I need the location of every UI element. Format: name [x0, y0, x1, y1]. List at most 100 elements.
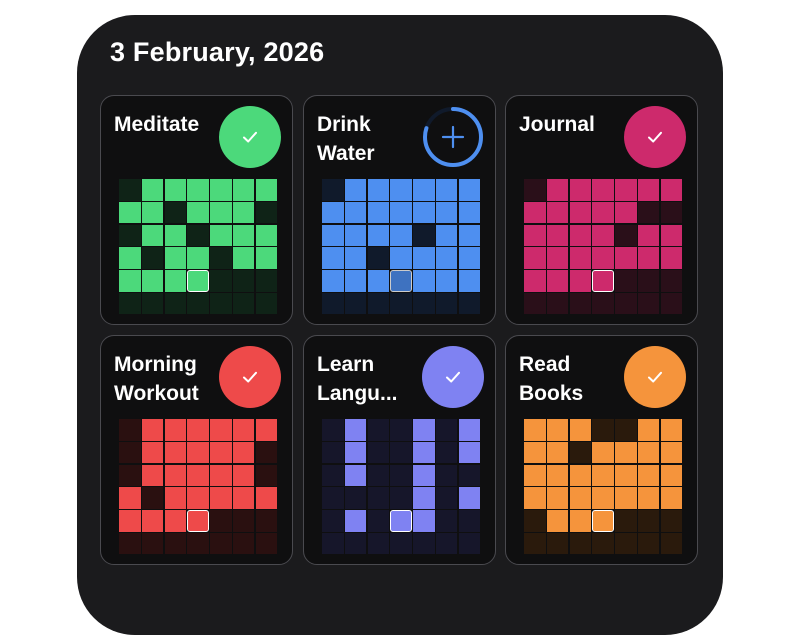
history-cell [637, 201, 660, 224]
history-cell [322, 247, 344, 269]
add-progress-button[interactable] [422, 106, 484, 168]
complete-habit-button[interactable] [219, 106, 281, 168]
history-cell [592, 201, 614, 224]
history-cell-today[interactable] [592, 270, 614, 292]
history-cell [413, 247, 435, 269]
history-cell [119, 292, 141, 315]
history-cell [615, 419, 637, 441]
history-cell [458, 270, 480, 292]
history-cell [524, 224, 546, 246]
history-cell [322, 224, 344, 246]
habit-history-grid [524, 179, 682, 315]
history-cell [322, 532, 344, 555]
history-cell [232, 270, 255, 292]
history-cell [413, 441, 435, 464]
habit-title: Drink Water [317, 113, 375, 165]
history-cell [592, 224, 614, 246]
history-cell [524, 464, 546, 486]
history-cell [390, 487, 412, 509]
history-cell-today[interactable] [592, 510, 614, 532]
habit-history-grid [524, 419, 682, 555]
history-cell [164, 510, 186, 532]
habit-card-morning-workout[interactable]: Morning Workout [100, 335, 293, 565]
history-cell [637, 464, 660, 486]
history-cell [390, 464, 412, 486]
history-cell [367, 510, 389, 532]
history-cell-today[interactable] [187, 270, 209, 292]
history-cell [210, 247, 232, 269]
history-cell [546, 419, 569, 441]
history-cell [322, 441, 344, 464]
history-cell [592, 441, 614, 464]
habit-card-read-books[interactable]: Read Books [505, 335, 698, 565]
history-cell [119, 441, 141, 464]
history-cell [637, 179, 660, 201]
history-cell [592, 179, 614, 201]
history-cell-today[interactable] [187, 510, 209, 532]
history-cell [637, 247, 660, 269]
history-cell [413, 510, 435, 532]
history-cell [615, 201, 637, 224]
history-cell [255, 510, 277, 532]
complete-habit-button[interactable] [624, 346, 686, 408]
history-cell [637, 292, 660, 315]
history-cell [524, 292, 546, 315]
history-cell [615, 532, 637, 555]
complete-habit-button[interactable] [624, 106, 686, 168]
history-cell [615, 247, 637, 269]
history-cell [435, 464, 458, 486]
history-cell [344, 510, 367, 532]
history-cell [660, 270, 682, 292]
complete-habit-button[interactable] [219, 346, 281, 408]
history-cell [524, 510, 546, 532]
history-cell [187, 201, 209, 224]
history-cell [187, 419, 209, 441]
history-cell [615, 292, 637, 315]
history-cell [637, 419, 660, 441]
history-cell [210, 224, 232, 246]
history-cell-today[interactable] [390, 510, 412, 532]
history-cell [210, 270, 232, 292]
history-cell [660, 441, 682, 464]
check-icon [243, 131, 257, 143]
history-cell [232, 510, 255, 532]
history-cell [413, 224, 435, 246]
history-cell-today[interactable] [390, 270, 412, 292]
history-cell [546, 247, 569, 269]
history-cell [546, 487, 569, 509]
history-cell [255, 487, 277, 509]
habit-card-drink-water[interactable]: Drink Water [303, 95, 496, 325]
history-cell [210, 419, 232, 441]
history-cell [660, 510, 682, 532]
history-cell [637, 510, 660, 532]
check-icon [243, 371, 257, 383]
history-cell [322, 292, 344, 315]
history-cell [524, 487, 546, 509]
habit-title: Learn Langu... [317, 353, 398, 405]
complete-habit-button[interactable] [422, 346, 484, 408]
history-cell [232, 224, 255, 246]
history-cell [141, 247, 164, 269]
history-cell [255, 224, 277, 246]
history-cell [413, 419, 435, 441]
history-cell [390, 532, 412, 555]
habit-card-learn-language[interactable]: Learn Langu... [303, 335, 496, 565]
history-cell [344, 532, 367, 555]
habit-card-meditate[interactable]: Meditate [100, 95, 293, 325]
habit-card-journal[interactable]: Journal [505, 95, 698, 325]
history-cell [615, 179, 637, 201]
history-cell [322, 179, 344, 201]
history-cell [390, 247, 412, 269]
history-cell [210, 487, 232, 509]
history-cell [119, 224, 141, 246]
history-cell [164, 247, 186, 269]
history-cell [141, 419, 164, 441]
history-cell [141, 487, 164, 509]
history-cell [232, 464, 255, 486]
history-cell [390, 441, 412, 464]
progress-ring [423, 107, 483, 167]
history-cell [569, 201, 591, 224]
history-cell [367, 201, 389, 224]
history-cell [367, 292, 389, 315]
history-cell [569, 532, 591, 555]
